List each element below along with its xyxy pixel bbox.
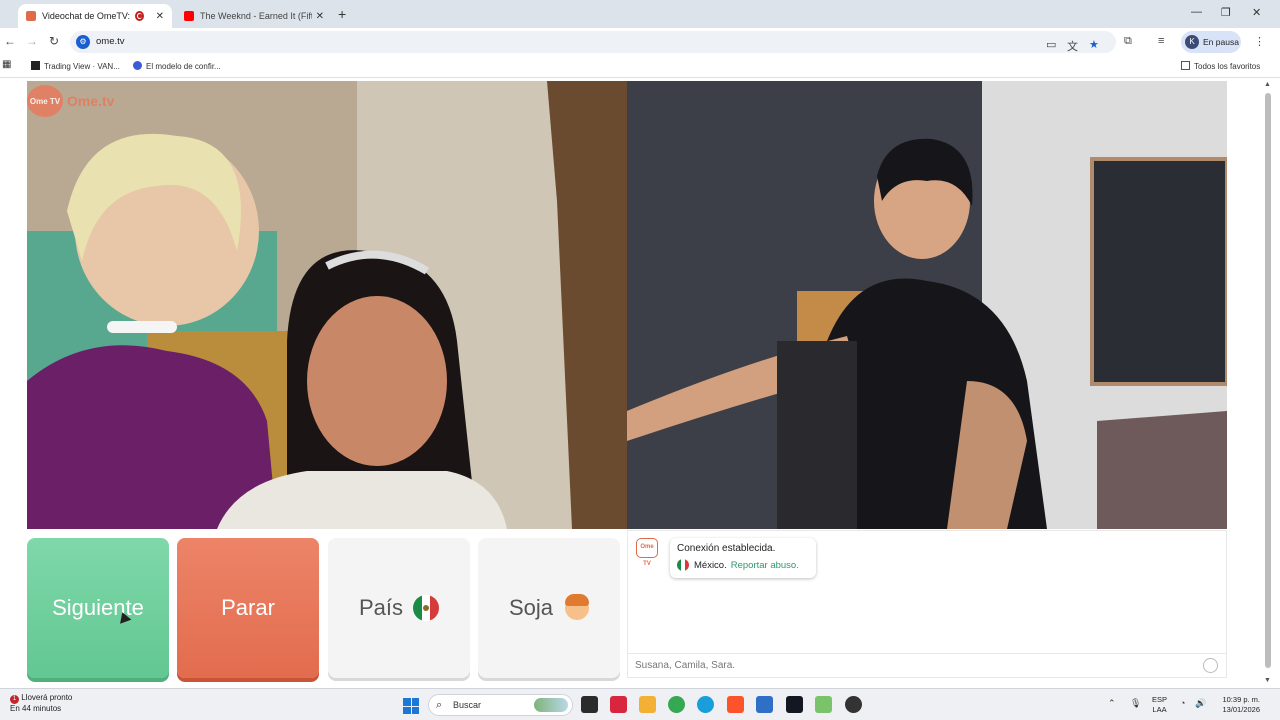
- ometv-page: Ome TV Ome.tv Siguiente Parar País Soja: [0, 79, 1280, 688]
- scroll-down-icon[interactable]: ▼: [1264, 677, 1271, 684]
- ometv-logo-badge: Ome TV: [27, 85, 63, 117]
- tab-ometv[interactable]: Videochat de OmeTV: una ... ✕: [18, 4, 172, 28]
- taskbar-search[interactable]: ⌕ Buscar: [428, 694, 573, 716]
- scroll-up-icon[interactable]: ▲: [1264, 81, 1271, 88]
- youtube-favicon-icon: [184, 11, 194, 21]
- app-icon[interactable]: [845, 696, 862, 713]
- store-icon[interactable]: [756, 696, 773, 713]
- app-icon[interactable]: [815, 696, 832, 713]
- system-message: Conexión establecida. México . Reportar …: [670, 538, 816, 578]
- mexico-flag-icon: [413, 595, 439, 621]
- stop-button[interactable]: Parar: [177, 538, 319, 678]
- tab-title: The Weeknd - Earned It (Fifty Sh...: [200, 11, 312, 21]
- country-button-label: País: [358, 595, 404, 620]
- local-video-frame: [27, 81, 627, 529]
- remote-video-frame: [627, 81, 1227, 529]
- network-icon[interactable]: ◔: [1180, 698, 1185, 708]
- profile-status: En pausa: [1203, 37, 1239, 47]
- report-abuse-link[interactable]: Reportar abuso.: [731, 560, 799, 571]
- chat-panel: Ome TV Conexión establecida. México . Re…: [627, 530, 1227, 678]
- app-icon[interactable]: [610, 696, 627, 713]
- windows-start-icon[interactable]: [403, 698, 419, 714]
- volume-icon[interactable]: 🔊: [1195, 698, 1206, 709]
- minimize-icon[interactable]: —: [1191, 6, 1202, 18]
- apps-grid-icon[interactable]: ▦: [2, 59, 11, 70]
- lang-line2: LAA: [1152, 705, 1167, 714]
- avatar: K: [1185, 35, 1199, 49]
- task-view-icon[interactable]: [581, 696, 598, 713]
- stop-button-label: Parar: [221, 595, 275, 620]
- extensions-icon[interactable]: ⧉: [1124, 35, 1132, 48]
- remote-video: [627, 81, 1227, 529]
- weather-line1: Lloverá pronto: [21, 693, 73, 702]
- cast-icon[interactable]: ▭: [1046, 38, 1056, 51]
- country-filter-button[interactable]: País: [328, 538, 470, 678]
- edge-icon[interactable]: [697, 696, 714, 713]
- search-highlight-icon: [534, 698, 568, 712]
- gender-button-label: Soja: [508, 595, 554, 620]
- search-icon: ⌕: [436, 699, 443, 711]
- chat-input[interactable]: Susana, Camila, Sara.: [628, 653, 1226, 677]
- close-tab-icon[interactable]: ✕: [156, 11, 164, 22]
- site-info-icon[interactable]: ⚙: [76, 35, 90, 49]
- bookmarks-bar: ▦ Trading View · VAN... El modelo de con…: [0, 56, 1280, 78]
- tradingview-icon: [31, 61, 40, 70]
- tradingview-taskbar-icon[interactable]: [786, 696, 803, 713]
- mexico-flag-icon: [677, 559, 689, 571]
- tab-title: Videochat de OmeTV: una ...: [42, 11, 131, 21]
- browser-toolbar: ← → ↻ ⚙ ome.tv ▭ 文 ★ ⧉ ≡ K En pausa ⋮: [0, 28, 1280, 56]
- ometv-favicon-icon: [26, 11, 36, 21]
- translate-icon[interactable]: 文: [1067, 38, 1078, 54]
- back-icon[interactable]: ←: [4, 34, 16, 48]
- scrollbar-thumb[interactable]: [1265, 93, 1271, 668]
- ometv-logo: Ome TV Ome.tv: [27, 85, 114, 117]
- bookmark-star-icon[interactable]: ★: [1089, 38, 1099, 51]
- close-window-icon[interactable]: ✕: [1252, 6, 1261, 19]
- chrome-icon[interactable]: [668, 696, 685, 713]
- address-bar[interactable]: ⚙ ome.tv ▭ 文 ★: [70, 31, 1116, 53]
- microphone-icon[interactable]: 🎙: [1130, 698, 1141, 709]
- folder-icon: [1181, 61, 1190, 70]
- profile-button[interactable]: K En pausa: [1181, 31, 1241, 53]
- bookmark-tradingview[interactable]: Trading View · VAN...: [31, 61, 120, 71]
- brave-icon[interactable]: [727, 696, 744, 713]
- weather-line2: En 44 minutos: [10, 704, 62, 713]
- search-placeholder: Buscar: [453, 700, 482, 710]
- new-tab-button[interactable]: +: [338, 6, 346, 22]
- clock-date: 13/01/2026: [1222, 705, 1260, 714]
- forward-icon[interactable]: →: [26, 34, 38, 48]
- input-language[interactable]: ESP LAA: [1152, 695, 1167, 715]
- weather-widget[interactable]: 1 Lloverá pronto En 44 minutos: [10, 693, 72, 714]
- lang-line1: ESP: [1152, 695, 1168, 704]
- bookmark-site-icon: [133, 61, 142, 70]
- page-scrollbar[interactable]: ▲ ▼: [1264, 79, 1272, 688]
- emoji-icon[interactable]: [1203, 658, 1218, 673]
- all-bookmarks[interactable]: Todos los favoritos: [1181, 61, 1260, 71]
- system-clock[interactable]: 10:39 p. m. 13/01/2026: [1215, 695, 1260, 715]
- menu-icon[interactable]: ⋮: [1254, 35, 1265, 48]
- windows-taskbar: 1 Lloverá pronto En 44 minutos ⌕ Buscar …: [0, 688, 1280, 720]
- maximize-icon[interactable]: ❐: [1221, 6, 1231, 19]
- ometv-logo-text: Ome.tv: [67, 93, 115, 109]
- partner-country: México: [694, 559, 725, 571]
- recording-icon: [134, 11, 144, 21]
- reload-icon[interactable]: ↻: [49, 34, 59, 48]
- weather-badge: 1: [10, 695, 19, 704]
- tab-youtube[interactable]: The Weeknd - Earned It (Fifty Sh... ✕: [176, 4, 332, 28]
- clock-time: 10:39 p. m.: [1222, 695, 1260, 704]
- next-button[interactable]: Siguiente: [27, 538, 169, 678]
- connection-message: Conexión establecida.: [677, 543, 776, 554]
- gender-filter-button[interactable]: Soja: [478, 538, 620, 678]
- url-text[interactable]: ome.tv: [96, 36, 125, 47]
- ometv-chat-icon: Ome TV: [636, 538, 658, 567]
- file-explorer-icon[interactable]: [639, 696, 656, 713]
- boy-face-icon: [565, 594, 590, 620]
- tab-strip: Videochat de OmeTV: una ... ✕ The Weeknd…: [0, 0, 1280, 28]
- media-controls-icon[interactable]: ≡: [1158, 35, 1164, 47]
- close-tab-icon[interactable]: ✕: [316, 11, 324, 22]
- tray-expand-icon[interactable]: ⌃: [1108, 698, 1116, 709]
- local-video: Ome TV Ome.tv: [27, 81, 627, 529]
- bookmark-modelo[interactable]: El modelo de confir...: [133, 61, 221, 71]
